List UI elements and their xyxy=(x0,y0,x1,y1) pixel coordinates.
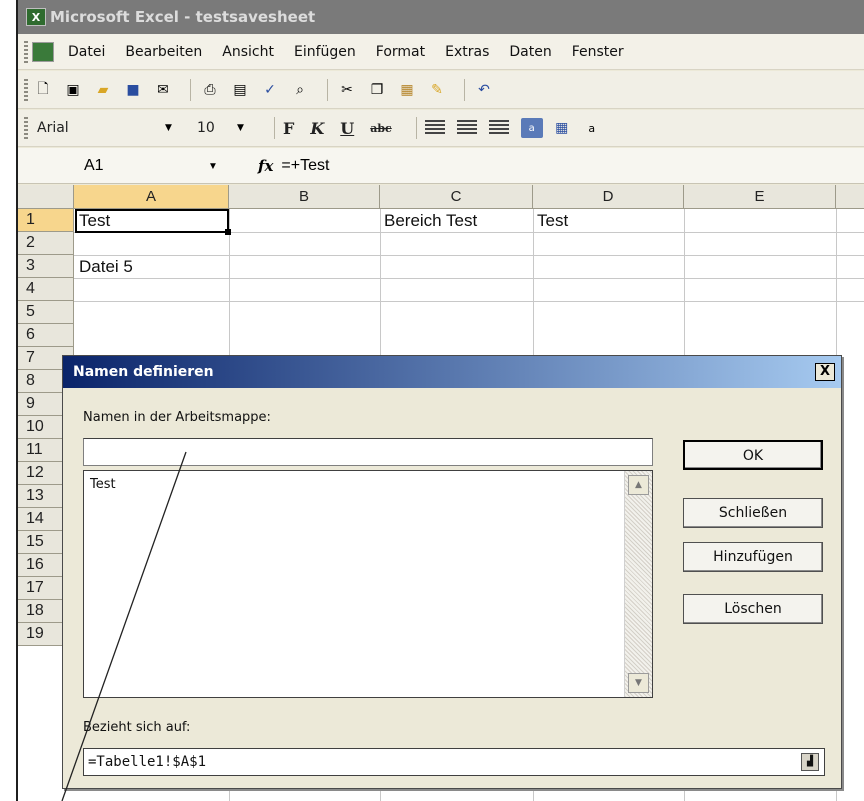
active-cell-border xyxy=(75,209,229,233)
italic-icon[interactable]: K xyxy=(310,119,324,138)
align-left-icon[interactable] xyxy=(424,120,445,136)
menu-extras[interactable]: Extras xyxy=(445,44,489,60)
merge-center-icon[interactable]: a xyxy=(520,118,543,138)
column-header-a[interactable]: A xyxy=(74,185,229,209)
window-title: Microsoft Excel - testsavesheet xyxy=(50,8,316,26)
chevron-down-icon[interactable]: ▼ xyxy=(165,123,172,133)
paste-icon[interactable]: ▦ xyxy=(396,80,418,100)
menu-fenster[interactable]: Fenster xyxy=(572,44,624,60)
formula-input[interactable]: =+Test xyxy=(281,157,329,175)
font-name-select[interactable]: Arial ▼ xyxy=(32,116,192,140)
toolbar-separator xyxy=(464,78,465,101)
define-names-dialog: Namen definieren X Namen in der Arbeitsm… xyxy=(62,355,842,789)
column-header-d[interactable]: D xyxy=(533,185,684,209)
row-header[interactable]: 6 xyxy=(18,324,74,347)
close-icon[interactable]: X xyxy=(815,363,835,381)
scrollbar[interactable]: ▲ ▼ xyxy=(624,471,652,697)
collapse-dialog-icon[interactable]: ▟ xyxy=(801,753,819,771)
new-file-icon[interactable]: 🗋 xyxy=(32,80,54,100)
ok-button[interactable]: OK xyxy=(683,440,823,470)
refers-to-label: Bezieht sich auf: xyxy=(83,720,191,735)
chevron-down-icon[interactable]: ▼ xyxy=(237,123,244,133)
delete-button[interactable]: Löschen xyxy=(683,594,823,624)
toolbar-grip[interactable] xyxy=(24,117,28,139)
menu-bar: Datei Bearbeiten Ansicht Einfügen Format… xyxy=(18,34,864,70)
permission-icon[interactable]: ▣ xyxy=(62,80,84,100)
refers-to-value: =Tabelle1!$A$1 xyxy=(88,754,207,770)
toolbar-separator xyxy=(274,117,275,139)
row-header[interactable]: 1 xyxy=(18,209,74,232)
select-all-corner[interactable] xyxy=(18,185,74,209)
names-list[interactable]: Test ▲ ▼ xyxy=(83,470,653,698)
dialog-title: Namen definieren xyxy=(73,364,214,380)
cut-icon[interactable]: ✂ xyxy=(336,80,358,100)
title-bar: X Microsoft Excel - testsavesheet xyxy=(18,0,864,34)
toolbar-separator xyxy=(190,78,191,101)
row-header[interactable]: 5 xyxy=(18,301,74,324)
workbook-icon[interactable] xyxy=(32,41,54,62)
menu-format[interactable]: Format xyxy=(376,44,425,60)
chevron-down-icon[interactable]: ▼ xyxy=(208,161,218,172)
standard-toolbar: 🗋 ▣ ▰ ■ ✉ ⎙ ▤ ✓ ⌕ ✂ ❐ ▦ ✎ ↶ xyxy=(18,71,864,109)
function-icon[interactable]: fx xyxy=(258,157,273,175)
print-preview-icon[interactable]: ▤ xyxy=(229,80,251,100)
list-item[interactable]: Test xyxy=(90,477,116,492)
bold-icon[interactable]: F xyxy=(283,119,294,138)
name-input[interactable] xyxy=(83,438,653,466)
cell-a3[interactable]: Datei 5 xyxy=(76,255,133,278)
close-button[interactable]: Schließen xyxy=(683,498,823,528)
excel-app-icon[interactable]: X xyxy=(26,8,46,26)
undo-icon[interactable]: ↶ xyxy=(473,80,495,100)
scroll-up-icon[interactable]: ▲ xyxy=(628,475,649,495)
grid-line xyxy=(74,255,864,256)
menu-bearbeiten[interactable]: Bearbeiten xyxy=(125,44,202,60)
toolbar-separator xyxy=(327,78,328,101)
copy-icon[interactable]: ❐ xyxy=(366,80,388,100)
align-right-icon[interactable] xyxy=(488,120,509,136)
cell-d1[interactable]: Test xyxy=(534,209,568,232)
column-header-f[interactable] xyxy=(836,185,864,209)
underline-icon[interactable]: U xyxy=(340,119,354,138)
menu-datei[interactable]: Datei xyxy=(68,44,105,60)
row-header[interactable]: 3 xyxy=(18,255,74,278)
table-icon[interactable]: ▦ xyxy=(551,118,573,138)
print-icon[interactable]: ⎙ xyxy=(199,80,221,100)
strikethrough-icon[interactable]: abc xyxy=(370,122,392,135)
column-header-b[interactable]: B xyxy=(229,185,380,209)
dialog-title-bar: Namen definieren X xyxy=(63,356,841,388)
research-icon[interactable]: ⌕ xyxy=(289,80,311,100)
save-icon[interactable]: ■ xyxy=(122,80,144,100)
column-header-c[interactable]: C xyxy=(380,185,533,209)
refers-to-input[interactable]: =Tabelle1!$A$1 ▟ xyxy=(83,748,825,776)
column-header-e[interactable]: E xyxy=(684,185,836,209)
row-header[interactable]: 2 xyxy=(18,232,74,255)
phonetic-icon[interactable]: a xyxy=(581,118,603,138)
menu-grip[interactable] xyxy=(24,40,28,63)
menu-einfuegen[interactable]: Einfügen xyxy=(294,44,356,60)
align-center-icon[interactable] xyxy=(456,120,477,136)
grid-line xyxy=(74,278,864,279)
row-header[interactable]: 4 xyxy=(18,278,74,301)
cell-c1[interactable]: Bereich Test xyxy=(381,209,477,232)
formula-bar: A1 ▼ fx =+Test xyxy=(18,148,864,184)
grid-line xyxy=(74,301,864,302)
fill-handle[interactable] xyxy=(225,229,231,235)
name-box-value: A1 xyxy=(84,156,104,174)
toolbar-grip[interactable] xyxy=(24,78,28,101)
format-painter-icon[interactable]: ✎ xyxy=(426,80,448,100)
names-label: Namen in der Arbeitsmappe: xyxy=(83,410,271,425)
menu-ansicht[interactable]: Ansicht xyxy=(222,44,274,60)
formatting-toolbar: Arial ▼ 10 ▼ F K U abc a ▦ a xyxy=(18,110,864,147)
toolbar-separator xyxy=(415,117,417,139)
menu-daten[interactable]: Daten xyxy=(509,44,551,60)
add-button[interactable]: Hinzufügen xyxy=(683,542,823,572)
name-box[interactable]: A1 ▼ xyxy=(18,153,218,179)
open-folder-icon[interactable]: ▰ xyxy=(92,80,114,100)
scroll-down-icon[interactable]: ▼ xyxy=(628,673,649,693)
font-size-value: 10 xyxy=(197,120,215,136)
email-icon[interactable]: ✉ xyxy=(152,80,174,100)
spellcheck-icon[interactable]: ✓ xyxy=(259,80,281,100)
font-name-value: Arial xyxy=(37,120,69,136)
font-size-select[interactable]: 10 ▼ xyxy=(192,116,266,140)
